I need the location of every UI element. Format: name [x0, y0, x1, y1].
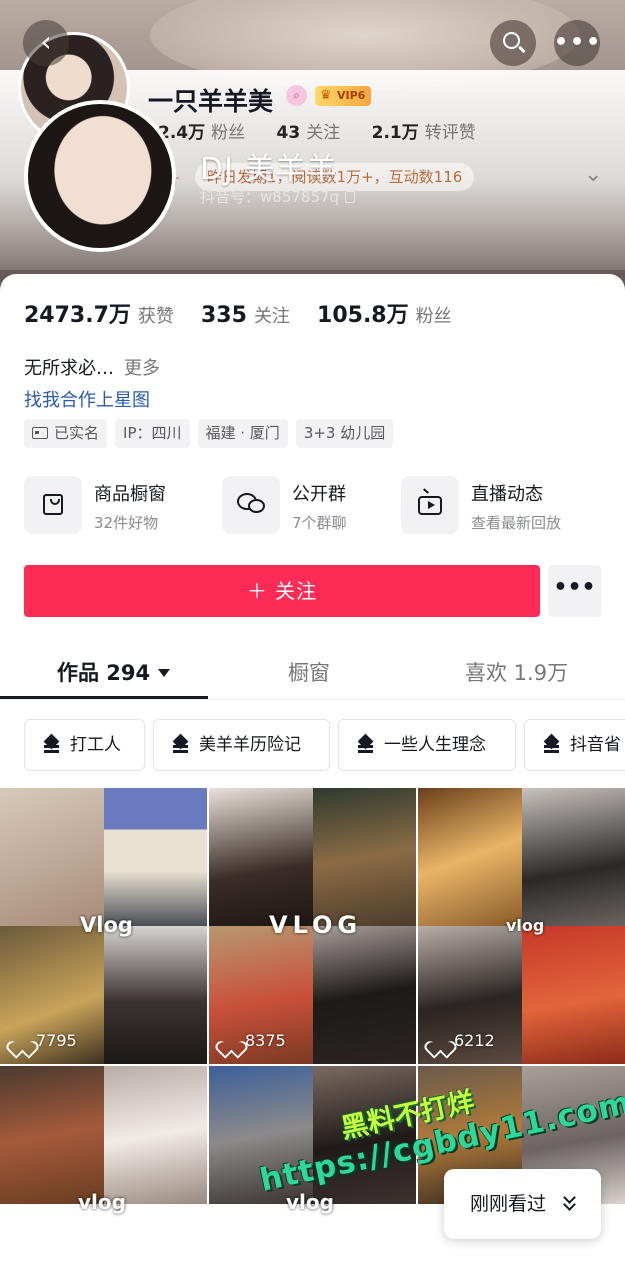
profile-stats: 2473.7万 获赞 335 关注 105.8万 粉丝 [24, 303, 452, 328]
tv-icon [418, 496, 442, 515]
collections-row: 打工人 美羊羊历险记 一些人生理念 抖音省 [24, 719, 625, 771]
search-badge-icon: ⌕ [286, 85, 307, 106]
collection-chip[interactable]: 抖音省 [524, 719, 625, 771]
mini-profile-name: 一只羊羊美 [148, 87, 274, 116]
more-options-button[interactable]: ••• [554, 20, 600, 66]
layers-icon [172, 733, 190, 755]
verified-tag: 已实名 [24, 419, 108, 448]
chevron-left-icon: ‹ [40, 25, 52, 58]
heart-icon [223, 1034, 239, 1048]
school-tag[interactable]: 3+3 幼儿园 [295, 419, 394, 448]
layers-icon [43, 733, 61, 755]
video-thumbnail[interactable]: vlog [209, 1066, 416, 1280]
video-thumbnail[interactable]: vlog 6212 [418, 788, 625, 1064]
double-chevron-down-icon [563, 1191, 576, 1211]
tab-storefront[interactable]: 橱窗 [288, 657, 330, 687]
display-name: DJ 美羊羊 [200, 152, 338, 187]
vlog-label: vlog [506, 916, 545, 935]
heart-icon [432, 1034, 448, 1048]
layers-icon [357, 733, 375, 755]
location-tag: 福建 · 厦门 [197, 419, 288, 448]
like-count: 7795 [14, 1031, 77, 1050]
vip-badge: VIP6 [315, 86, 372, 106]
public-group-entry[interactable]: 公开群 7个群聊 [222, 476, 382, 536]
id-card-icon [32, 427, 48, 439]
bio-more-link[interactable]: 更多 [124, 358, 160, 379]
layers-icon [543, 733, 561, 755]
storefront-entry[interactable]: 商品橱窗 32件好物 [24, 476, 204, 536]
more-icon: ••• [553, 575, 596, 600]
likes-count: 2473.7万 [24, 303, 131, 328]
like-count: 8375 [223, 1031, 286, 1050]
avatar[interactable] [24, 100, 176, 252]
video-thumbnail[interactable]: Vlog 7795 [0, 788, 207, 1064]
profile-tags: 已实名 IP：四川 福建 · 厦门 3+3 幼儿园 [24, 419, 394, 448]
search-button[interactable] [490, 20, 536, 66]
back-button[interactable]: ‹ [23, 20, 69, 66]
vlog-label: vlog [78, 1190, 126, 1214]
followers-count[interactable]: 105.8万 [317, 303, 409, 328]
shopping-bag-icon [43, 494, 63, 515]
content-tabs: 作品 294 橱窗 喜欢 1.9万 [0, 645, 625, 700]
chevron-down-icon[interactable]: ⌄ [584, 162, 602, 187]
following-count[interactable]: 335 [201, 303, 247, 328]
bio: 无所求必… 更多 [24, 358, 160, 379]
vlog-label: VLOG [269, 911, 363, 939]
follow-button[interactable]: ＋ 关注 [24, 565, 540, 617]
recently-viewed-button[interactable]: 刚刚看过 [444, 1169, 601, 1239]
mini-profile-stats: 2.4万 粉丝 43 关注 2.1万 转评赞 [158, 123, 476, 143]
follow-more-button[interactable]: ••• [548, 565, 601, 617]
copy-icon[interactable] [345, 191, 356, 203]
services-row: 商品橱窗 32件好物 公开群 7个群聊 直播动态 查看最新回放 [24, 476, 604, 536]
vlog-label: vlog [286, 1190, 334, 1214]
live-updates-entry[interactable]: 直播动态 查看最新回放 [401, 476, 601, 536]
heart-icon [14, 1034, 30, 1048]
collection-chip[interactable]: 美羊羊历险记 [153, 719, 330, 771]
star-map-link[interactable]: 找我合作上星图 [24, 386, 150, 412]
collection-chip[interactable]: 打工人 [24, 719, 145, 771]
profile-header: 一只羊羊美 ⌕ VIP6 2.4万粉丝 43关注 2.1万转评赞 飙升 昨日发期… [0, 0, 625, 300]
douyin-id[interactable]: 抖音号：w857857q [200, 186, 356, 207]
vlog-label: Vlog [80, 913, 133, 937]
video-thumbnail[interactable]: VLOG 8375 [209, 788, 416, 1064]
caret-down-icon [158, 669, 171, 677]
more-icon: ••• [554, 30, 603, 55]
tab-works[interactable]: 作品 294 [57, 657, 171, 687]
like-count: 6212 [432, 1031, 495, 1050]
tab-likes[interactable]: 喜欢 1.9万 [465, 657, 568, 687]
ip-location-tag: IP：四川 [115, 419, 190, 448]
collection-chip[interactable]: 一些人生理念 [338, 719, 516, 771]
active-tab-indicator [0, 696, 208, 699]
video-thumbnail[interactable]: vlog [0, 1066, 207, 1280]
